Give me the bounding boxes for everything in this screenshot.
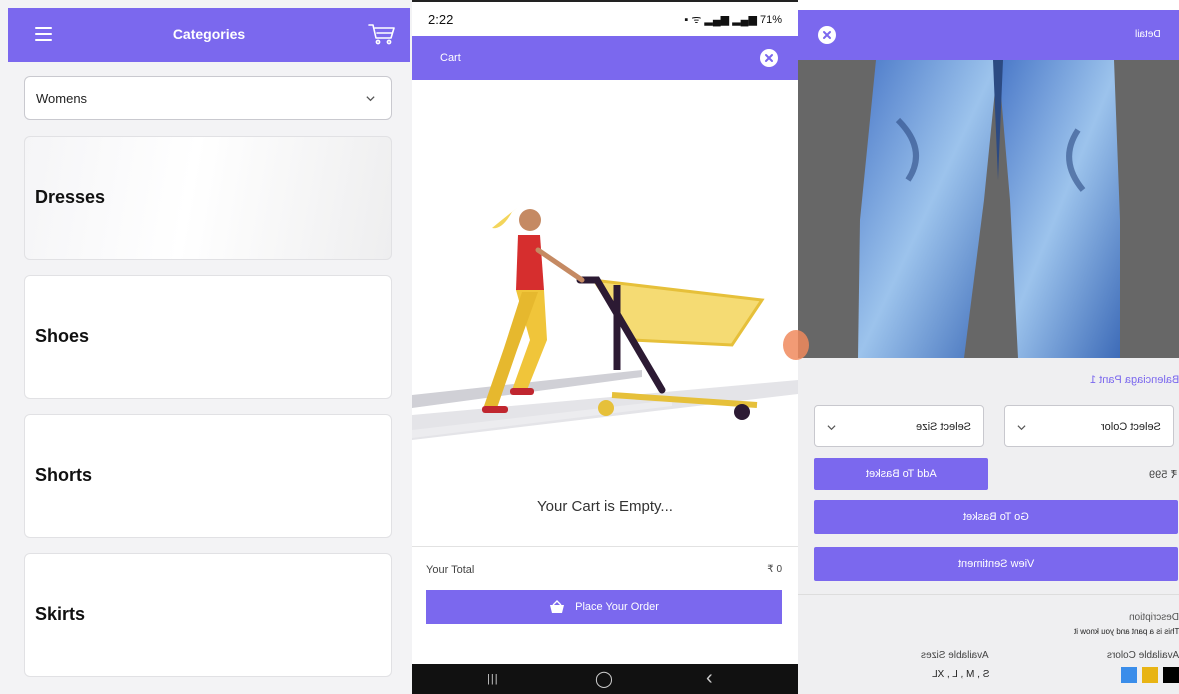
add-to-basket-button[interactable]: Add To Basket [814,458,988,490]
detail-screen: Detail Balenciaga Pant 1 Select Color Se… [798,0,1179,694]
total-label: Your Total [426,564,475,576]
status-bar: 2:22 ▪ ᯤ ▂▄▆ ▂▄▆ 71% [412,0,798,36]
app-bar: Detail [798,10,1179,60]
categories-screen: Categories Womens Dresses Shoes Shorts S… [0,0,412,694]
shopping-cart-icon[interactable] [368,22,396,46]
available-sizes-value: S , M , L , XL [931,669,989,680]
drag-handle[interactable] [783,330,809,360]
empty-cart-illustration [412,208,798,440]
dropdown-selected-value: Womens [36,91,88,106]
total-value: ₹ 0 [767,564,782,575]
chevron-down-icon [827,425,836,431]
close-circle-icon[interactable] [760,49,778,67]
category-card-shorts[interactable]: Shorts [24,414,392,538]
page-title: Cart [440,52,461,64]
description-heading: Description [1128,612,1179,623]
category-label: Skirts [35,604,86,624]
category-label: Shorts [35,465,93,485]
color-swatch-blue[interactable] [1121,667,1137,683]
app-bar: Cart [412,36,798,80]
divider [412,546,798,547]
empty-cart-message: Your Cart is Empty... [537,498,673,515]
category-label: Dresses [35,187,106,207]
status-strip [798,0,1179,10]
category-dropdown[interactable]: Womens [24,76,392,120]
close-circle-icon[interactable] [818,26,836,44]
color-swatch-yellow[interactable] [1142,667,1158,683]
color-swatch-black[interactable] [1163,667,1179,683]
basket-icon [550,600,565,613]
product-image [798,60,1179,358]
description-text: This is a pant and you know it [1073,627,1179,636]
category-card-skirts[interactable]: Skirts [24,553,392,677]
status-battery: ▪ ᯤ ▂▄▆ ▂▄▆ 71% [684,14,782,26]
place-order-button[interactable]: Place Your Order [426,590,782,624]
select-size-dropdown[interactable]: Select Size [814,405,984,447]
recent-apps-button[interactable]: ||| [487,673,499,685]
chevron-down-icon [1017,425,1026,431]
status-time: 2:22 [428,12,454,27]
view-sentiment-button[interactable]: View Sentiment [814,547,1178,581]
page-title: Categories [172,26,246,42]
category-label: Shoes [35,326,90,346]
category-card-dresses[interactable]: Dresses [24,136,392,260]
available-sizes-heading: Available Sizes [921,650,989,661]
product-price: ₹ 599 [1148,469,1177,481]
home-button[interactable]: ◯ [595,669,613,689]
system-nav-bar: ||| ◯ ‹ [412,664,798,694]
back-button[interactable]: ‹ [706,667,713,690]
product-name: Balenciaga Pant 1 [1089,374,1179,386]
cart-screen: 2:22 ▪ ᯤ ▂▄▆ ▂▄▆ 71% Cart Your Cart is E… [412,0,798,694]
divider [798,594,1179,595]
go-to-basket-button[interactable]: Go To Basket [814,500,1178,534]
app-bar: Categories [8,8,410,62]
select-color-dropdown[interactable]: Select Color [1004,405,1174,447]
category-card-shoes[interactable]: Shoes [24,275,392,399]
chevron-down-icon [366,96,375,102]
available-colors-heading: Available Colors [1106,650,1179,661]
page-title: Detail [1135,29,1161,40]
place-order-label: Place Your Order [575,601,659,613]
